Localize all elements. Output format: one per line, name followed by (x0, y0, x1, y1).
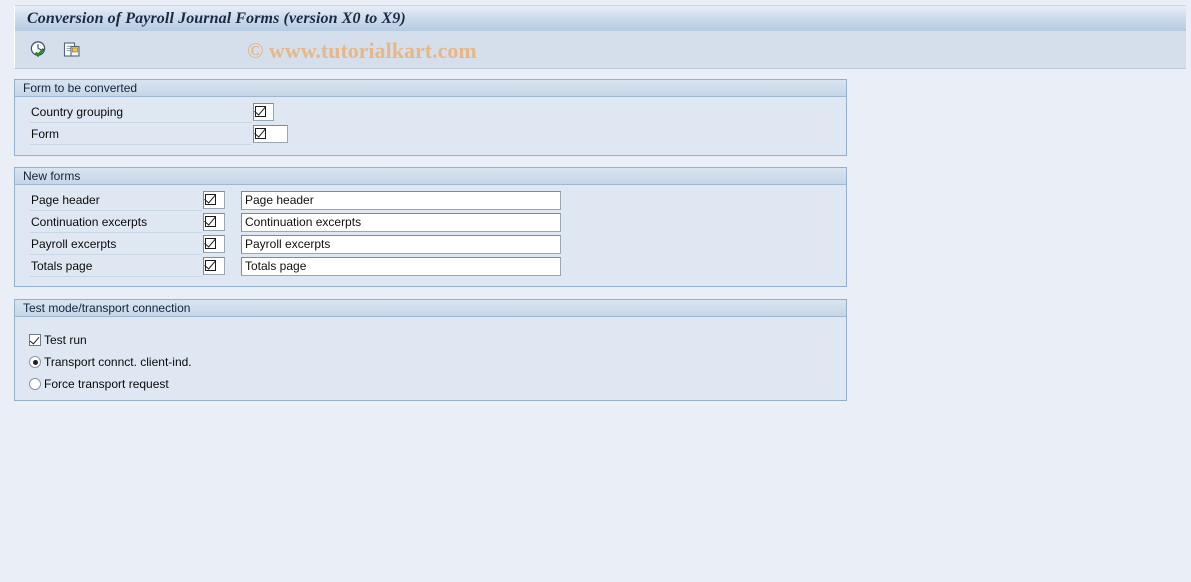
input-country-grouping[interactable] (253, 103, 274, 121)
key-input-totals-page[interactable] (203, 257, 225, 275)
row-page-header: Page header (30, 189, 561, 211)
checkbox-test-run-label: Test run (44, 333, 87, 347)
group-new-forms: New forms Page header Continuation excer… (14, 167, 847, 287)
checkbox-glyph-icon (205, 259, 218, 273)
row-payroll-excerpts: Payroll excerpts (30, 233, 561, 255)
label-payroll-excerpts: Payroll excerpts (30, 233, 202, 255)
text-input-continuation-excerpts[interactable] (241, 212, 561, 232)
key-input-payroll-excerpts[interactable] (203, 235, 225, 253)
row-country-grouping: Country grouping (30, 101, 274, 123)
copy-icon[interactable] (59, 37, 85, 63)
checkbox-glyph-icon (205, 215, 218, 229)
group-title-form-to-be-converted: Form to be converted (15, 80, 846, 97)
row-totals-page: Totals page (30, 255, 561, 277)
radio-button-icon (29, 378, 41, 390)
group-title-new-forms: New forms (15, 168, 846, 185)
checkbox-test-run[interactable]: Test run (29, 330, 87, 350)
key-input-page-header[interactable] (203, 191, 225, 209)
text-input-totals-page[interactable] (241, 256, 561, 276)
label-continuation-excerpts: Continuation excerpts (30, 211, 202, 233)
checkbox-box-icon (29, 334, 41, 346)
row-form: Form (30, 123, 288, 145)
text-input-page-header[interactable] (241, 190, 561, 210)
application-toolbar (14, 31, 1186, 69)
label-page-header: Page header (30, 189, 202, 211)
radio-transport-connct-client-ind-label: Transport connct. client-ind. (44, 355, 192, 369)
page-title: Conversion of Payroll Journal Forms (ver… (27, 9, 406, 27)
radio-force-transport-request-label: Force transport request (44, 377, 169, 391)
label-form: Form (30, 123, 252, 145)
checkbox-glyph-icon (255, 127, 268, 141)
row-continuation-excerpts: Continuation excerpts (30, 211, 561, 233)
checkbox-glyph-icon (205, 193, 218, 207)
radio-button-icon (29, 356, 41, 368)
group-test-mode: Test mode/transport connection Test run … (14, 299, 847, 401)
checkbox-glyph-icon (255, 105, 268, 119)
radio-transport-connct-client-ind[interactable]: Transport connct. client-ind. (29, 352, 192, 372)
group-form-to-be-converted: Form to be converted Country grouping Fo… (14, 79, 847, 156)
checkbox-glyph-icon (205, 237, 218, 251)
input-form[interactable] (253, 125, 288, 143)
execute-icon[interactable] (26, 37, 52, 63)
radio-force-transport-request[interactable]: Force transport request (29, 374, 169, 394)
label-country-grouping: Country grouping (30, 101, 252, 123)
window-title-bar: Conversion of Payroll Journal Forms (ver… (14, 5, 1186, 31)
group-title-test-mode: Test mode/transport connection (15, 300, 846, 317)
text-input-payroll-excerpts[interactable] (241, 234, 561, 254)
label-totals-page: Totals page (30, 255, 202, 277)
sap-screen: Conversion of Payroll Journal Forms (ver… (0, 0, 1191, 582)
key-input-continuation-excerpts[interactable] (203, 213, 225, 231)
